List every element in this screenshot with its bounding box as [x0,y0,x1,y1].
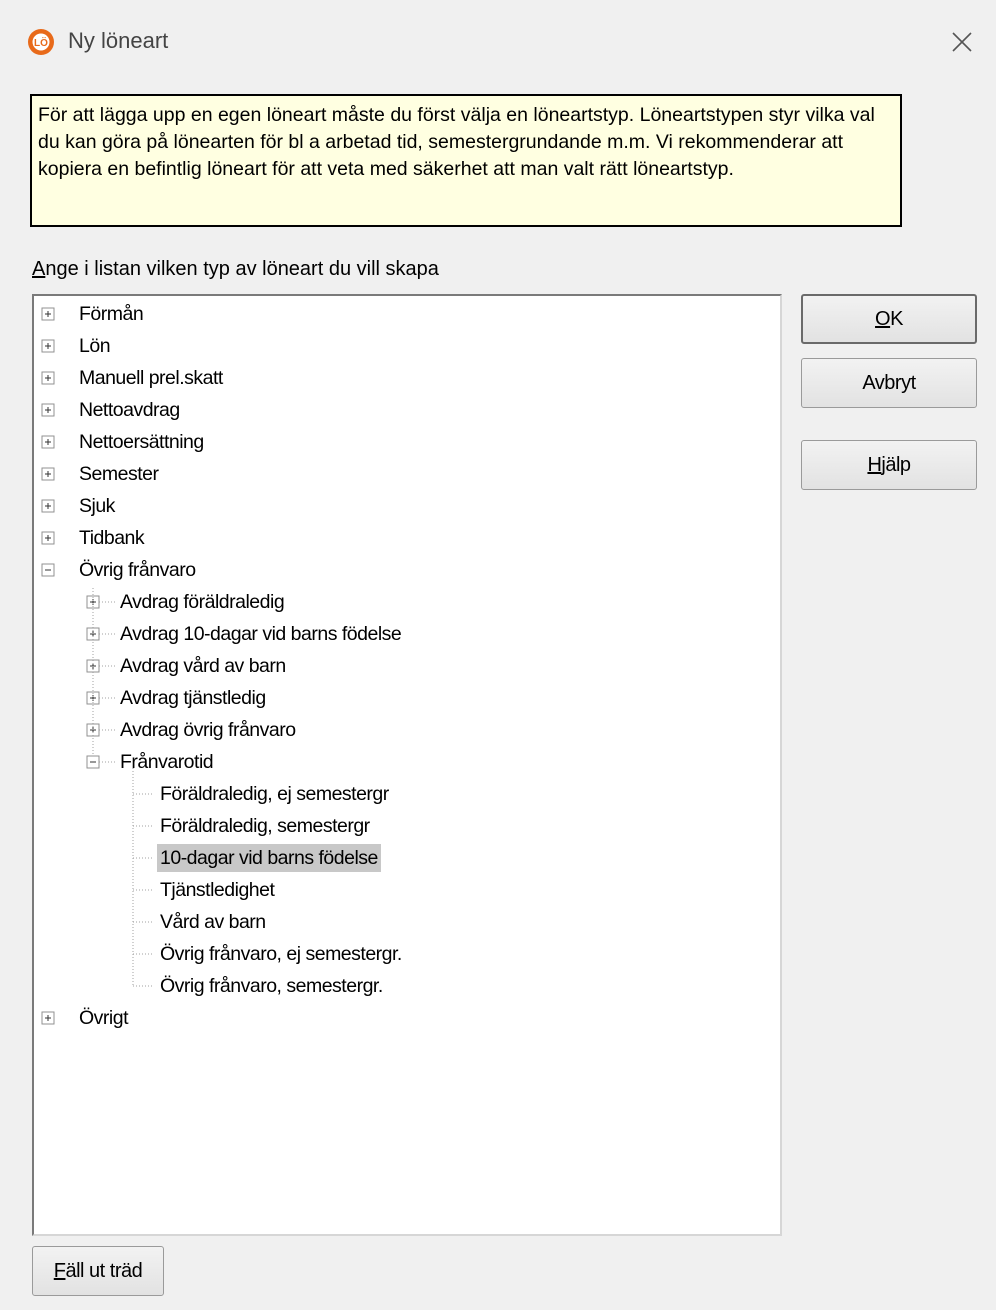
tree-item-selected[interactable]: 10-dagar vid barns födelse [157,844,381,872]
expand-toggle-icon[interactable] [41,307,55,321]
tree-prompt-label: Ange i listan vilken typ av löneart du v… [32,258,439,281]
expand-toggle-icon[interactable] [41,467,55,481]
ok-accel: O [875,308,891,330]
collapse-toggle-icon[interactable] [86,755,100,769]
expand-accel: F [53,1260,66,1282]
tree-item[interactable]: Semester [79,460,159,488]
tree-item[interactable]: Vård av barn [160,908,266,936]
tree-item[interactable]: Föräldraledig, semestergr [160,812,370,840]
info-box: För att lägga upp en egen löneart måste … [30,94,902,227]
expand-label: äll ut träd [65,1260,143,1282]
ok-button[interactable]: OK [801,294,977,344]
tree-item[interactable]: Avdrag övrig frånvaro [120,716,296,744]
svg-text:LÖ: LÖ [34,36,48,49]
tree-item[interactable]: Övrig frånvaro [79,556,196,584]
expand-tree-button[interactable]: Fäll ut träd [32,1246,164,1296]
app-logo-icon: LÖ [28,29,54,55]
expand-toggle-icon[interactable] [41,435,55,449]
expand-toggle-icon[interactable] [41,1011,55,1025]
expand-toggle-icon[interactable] [41,531,55,545]
prompt-accel: A [32,258,46,280]
tree-item[interactable]: Tjänstledighet [160,876,275,904]
collapse-toggle-icon[interactable] [41,563,55,577]
tree-item[interactable]: Övrig frånvaro, ej semestergr. [160,940,402,968]
dialog-window: LÖ Ny löneart För att lägga upp en egen … [0,0,996,1310]
close-icon[interactable] [946,26,978,58]
tree-item[interactable]: Tidbank [79,524,145,552]
ok-label: K [890,308,903,330]
tree-item[interactable]: Nettoersättning [79,428,204,456]
tree-item[interactable]: Lön [79,332,111,360]
tree-item[interactable]: Sjuk [79,492,115,520]
loneart-type-tree[interactable]: Förmån Lön Manuell prel.skatt Nettoavdrag Ne… [32,294,782,1236]
help-accel: H [867,454,882,476]
window-title: Ny löneart [68,28,169,53]
tree-item[interactable]: Frånvarotid [120,748,214,776]
tree-item[interactable]: Avdrag vård av barn [120,652,286,680]
tree-item[interactable]: Övrigt [79,1004,129,1032]
tree-item[interactable]: Förmån [79,300,144,328]
expand-toggle-icon[interactable] [41,371,55,385]
expand-toggle-icon[interactable] [41,403,55,417]
help-label: jälp [881,454,911,476]
tree-item[interactable]: Föräldraledig, ej semestergr [160,780,389,808]
cancel-button[interactable]: Avbryt [801,358,977,408]
tree-item[interactable]: Avdrag föräldraledig [120,588,285,616]
tree-item[interactable]: Avdrag 10-dagar vid barns födelse [120,620,402,648]
expand-toggle-icon[interactable] [41,339,55,353]
expand-toggle-icon[interactable] [41,499,55,513]
prompt-text: nge i listan vilken typ av löneart du vi… [45,258,439,280]
tree-item[interactable]: Övrig frånvaro, semestergr. [160,972,383,1000]
tree-item[interactable]: Nettoavdrag [79,396,180,424]
tree-item[interactable]: Avdrag tjänstledig [120,684,266,712]
help-button[interactable]: Hjälp [801,440,977,490]
tree-item[interactable]: Manuell prel.skatt [79,364,223,392]
title-bar: LÖ Ny löneart [0,0,996,80]
